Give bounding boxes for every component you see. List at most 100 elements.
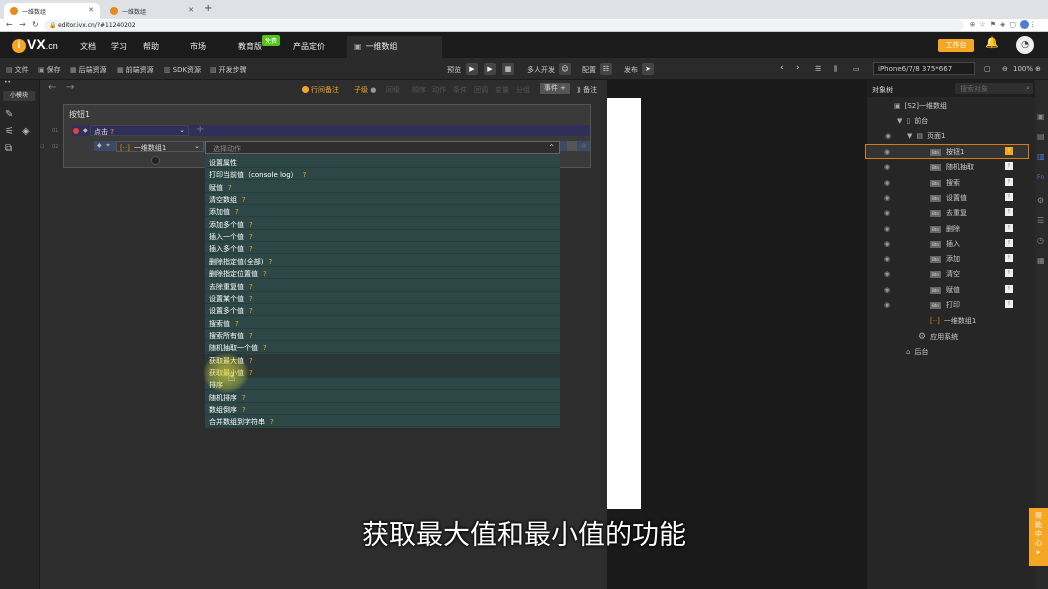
tree-node-component[interactable]: ◉ Btn 赋值!	[884, 284, 1013, 299]
menu-help[interactable]: 帮助	[143, 41, 159, 52]
component-icon[interactable]: ◈	[22, 126, 30, 137]
dropdown-option[interactable]: 设置多个值?	[205, 304, 560, 317]
eye-icon[interactable]: ◉	[884, 240, 890, 248]
dropdown-option[interactable]: 插入一个值?	[205, 230, 560, 243]
align-icon[interactable]: ☰	[815, 65, 821, 73]
add-event-icon[interactable]: +	[196, 124, 204, 135]
tree-node-component[interactable]: ◉ Btn 按钮1!	[884, 147, 1013, 161]
dropdown-option[interactable]: 搜索值?	[205, 317, 560, 329]
qrcode-button[interactable]: ▦	[502, 63, 514, 75]
module-button[interactable]: 小模块	[3, 91, 35, 101]
play-debug-button[interactable]: ▶	[484, 63, 496, 75]
object-search-input[interactable]: 搜索对象 ⌕	[955, 83, 1033, 94]
order-button[interactable]: 顺序	[412, 85, 426, 95]
tune-icon[interactable]: ⚟	[5, 126, 14, 137]
inline-note-toggle[interactable]: 行间备注	[302, 85, 339, 95]
dropdown-option[interactable]: 合并数组到字符串?	[205, 415, 560, 428]
action-button[interactable]: 动作	[432, 85, 446, 95]
layers-icon[interactable]: ⧉	[5, 143, 12, 154]
logic-marker-icon[interactable]: !	[1005, 147, 1013, 155]
phone-preview[interactable]	[607, 98, 641, 509]
tree-node-page[interactable]: ◉ ▼ ▤ 页面1	[885, 131, 945, 145]
chevron-right-icon[interactable]: ›	[796, 63, 800, 73]
eye-icon[interactable]: ◉	[884, 179, 890, 187]
dropdown-option[interactable]: 删除指定位置值?	[205, 267, 560, 280]
browser-tab-active[interactable]: 一维数组 ✕	[4, 3, 100, 19]
logic-icon[interactable]: ▥	[1037, 152, 1045, 161]
play-button[interactable]: ▶	[466, 63, 478, 75]
eye-icon[interactable]: ◉	[884, 270, 890, 278]
tree-node-app-system[interactable]: ⚙ 应用系统	[918, 332, 958, 346]
url-input[interactable]: 🔒 editor.ivx.cn/?#11240202	[44, 20, 964, 31]
logic-marker-icon[interactable]: !	[1005, 300, 1013, 308]
logic-marker-icon[interactable]: !	[1005, 177, 1013, 186]
tree-node-component[interactable]: ◉ Btn 删除!	[884, 223, 1013, 238]
chevron-left-icon[interactable]: ‹	[780, 63, 784, 73]
zoom-out-icon[interactable]: ⊖	[1002, 65, 1008, 73]
logic-marker-icon[interactable]: !	[1005, 284, 1013, 293]
dropdown-option[interactable]: 删除指定值(全部)?	[205, 255, 560, 267]
publish-button[interactable]: ➤	[642, 63, 654, 75]
style-icon[interactable]: ▤	[1037, 132, 1045, 141]
condition-button[interactable]: 条件	[453, 85, 467, 95]
frontend-resource-button[interactable]: ▦ 前端资源	[117, 65, 154, 75]
action-select-input[interactable]: 选择动作 ⌃	[205, 141, 560, 154]
menu-docs[interactable]: 文档	[80, 41, 96, 52]
breakpoint-icon[interactable]	[73, 128, 79, 134]
function-icon[interactable]: Fn	[1037, 174, 1044, 181]
browser-extension-icons[interactable]: ⊕☆⚑◈▢ ⋮	[970, 20, 1040, 29]
workbench-button[interactable]: 工作台	[938, 39, 974, 52]
close-icon[interactable]: ✕	[188, 6, 194, 14]
eye-icon[interactable]: ◉	[884, 209, 890, 217]
ivx-logo[interactable]: i VX.cn	[12, 36, 58, 53]
fullscreen-icon[interactable]: ▢	[984, 65, 991, 73]
image-icon[interactable]: ▦	[1037, 256, 1045, 265]
bell-icon[interactable]: 🔔	[985, 36, 999, 49]
dev-steps-button[interactable]: ▧ 开发步骤	[210, 65, 247, 75]
menu-market[interactable]: 市场	[190, 41, 206, 52]
target-select[interactable]: [··] 一维数组1 ⌄	[116, 141, 204, 152]
logic-marker-icon[interactable]: !	[1005, 192, 1013, 201]
menu-pricing[interactable]: 产品定价	[293, 41, 325, 52]
tree-node-component[interactable]: ◉ Btn 添加!	[884, 254, 1013, 268]
tree-node-component[interactable]: ◉ Btn 清空!	[884, 269, 1013, 283]
sibling-button[interactable]: 同级	[386, 85, 400, 95]
eye-icon[interactable]: ◉	[884, 225, 890, 233]
multi-dev-button[interactable]: ☺	[559, 63, 571, 75]
tree-node-component[interactable]: ◉ Btn 打印!	[884, 300, 1013, 314]
child-button[interactable]: 子级 ●	[354, 85, 376, 95]
eye-icon[interactable]: ◉	[884, 255, 890, 263]
tree-node-component[interactable]: ◉ Btn 去重复!	[884, 208, 1013, 222]
variable-button[interactable]: 变量	[495, 85, 509, 95]
monitor-icon[interactable]: ▭	[853, 65, 860, 73]
dropdown-option[interactable]: 添加多个值?	[205, 218, 560, 230]
tree-node-root[interactable]: ▣ [S2]一维数组	[894, 101, 947, 115]
tree-node-component[interactable]: ◉ Btn 搜索!	[884, 177, 1013, 192]
logic-marker-icon[interactable]: !	[1005, 254, 1013, 263]
logic-marker-icon[interactable]: !	[1005, 223, 1013, 232]
tree-node-component[interactable]: ◉ Btn 设置值!	[884, 192, 1013, 207]
dropdown-option[interactable]: 赋值?	[205, 181, 560, 193]
tree-node-frontend[interactable]: ▼ ▯ 前台	[897, 116, 928, 130]
forward-icon[interactable]: →	[19, 20, 26, 29]
config-button[interactable]: ☷	[600, 63, 612, 75]
drag-handle-icon[interactable]: ◆	[83, 127, 88, 134]
dropdown-option[interactable]: 设置某个值?	[205, 292, 560, 304]
logic-marker-icon[interactable]: !	[1005, 238, 1013, 247]
callback-button[interactable]: 回调	[474, 85, 488, 95]
eye-icon[interactable]: ◉	[884, 286, 890, 294]
logic-marker-icon[interactable]: !	[1005, 208, 1013, 217]
event-button[interactable]: 事件 +	[540, 83, 570, 94]
clock-icon[interactable]: ◷	[1037, 236, 1044, 245]
dropdown-option[interactable]: 设置属性	[205, 156, 560, 168]
note-button[interactable]: ⟫ 备注	[577, 85, 597, 95]
dropdown-option[interactable]: 添加值?	[205, 205, 560, 218]
dropdown-option[interactable]: 随机排序?	[205, 391, 560, 403]
eye-icon[interactable]: ◉	[884, 148, 890, 156]
profile-avatar-icon[interactable]	[1020, 20, 1029, 29]
menu-learn[interactable]: 学习	[111, 41, 127, 52]
action-option-icon[interactable]	[567, 141, 577, 151]
backend-resource-button[interactable]: ▦ 后端资源	[70, 65, 107, 75]
dropdown-option[interactable]: 数组倒序?	[205, 403, 560, 415]
tree-node-backend[interactable]: ⌂ 后台	[906, 347, 928, 361]
